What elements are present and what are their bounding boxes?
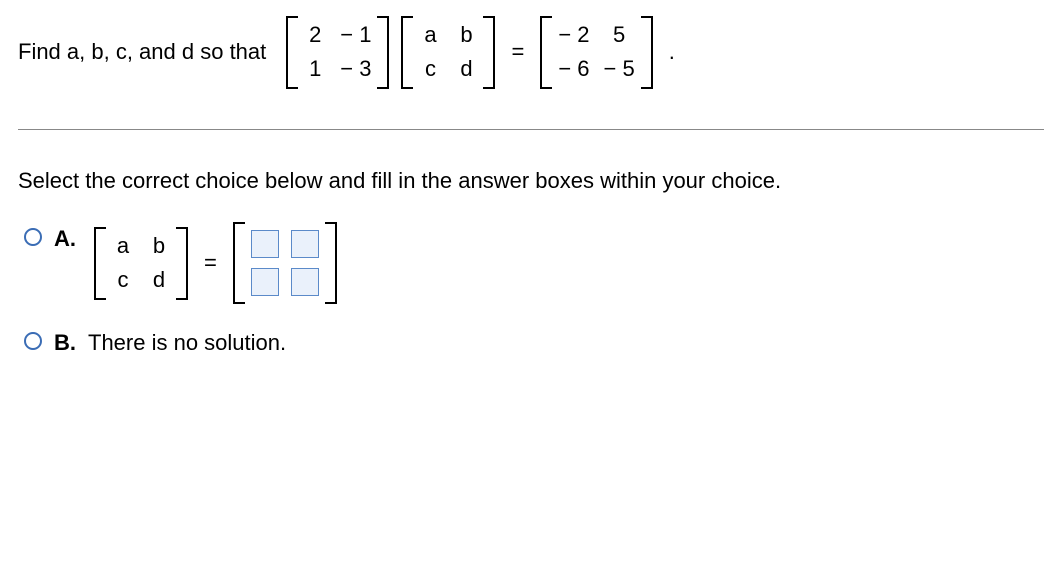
- m3-r2c2: − 5: [604, 56, 635, 82]
- choice-a-equals: =: [204, 250, 217, 276]
- matrix-1: 2 − 1 1 − 3: [286, 16, 389, 89]
- ca-m-r1c2: b: [148, 233, 170, 259]
- m2-r2c1: c: [419, 56, 441, 82]
- question-lead: Find a, b, c, and d so that: [18, 39, 266, 65]
- choice-a-answer-matrix: [233, 222, 337, 304]
- choice-a-left-matrix: a b c d: [94, 227, 188, 300]
- choice-b-text: There is no solution.: [88, 330, 286, 356]
- m1-r1c2: − 1: [340, 22, 371, 48]
- answer-input-r2c1[interactable]: [251, 268, 279, 296]
- choice-b-label: B.: [54, 330, 78, 356]
- question-row: Find a, b, c, and d so that 2 − 1 1 − 3 …: [18, 16, 1044, 89]
- answer-input-r1c1[interactable]: [251, 230, 279, 258]
- m3-r1c2: 5: [608, 22, 630, 48]
- radio-a[interactable]: [24, 228, 42, 246]
- m3-r2c1: − 6: [558, 56, 589, 82]
- m1-r2c1: 1: [304, 56, 326, 82]
- m1-r2c2: − 3: [340, 56, 371, 82]
- m2-r2c2: d: [455, 56, 477, 82]
- matrix-3: − 2 5 − 6 − 5: [540, 16, 652, 89]
- m1-r1c1: 2: [304, 22, 326, 48]
- answer-input-r2c2[interactable]: [291, 268, 319, 296]
- radio-b[interactable]: [24, 332, 42, 350]
- choices: A. a b c d =: [18, 222, 1044, 356]
- instruction-text: Select the correct choice below and fill…: [18, 168, 1044, 194]
- ca-m-r2c2: d: [148, 267, 170, 293]
- choice-a-body: a b c d =: [88, 222, 343, 304]
- period: .: [669, 39, 675, 65]
- choice-a-label: A.: [54, 226, 78, 252]
- matrix-2: a b c d: [401, 16, 495, 89]
- ca-m-r2c1: c: [112, 267, 134, 293]
- m2-r1c1: a: [419, 22, 441, 48]
- separator: [18, 129, 1044, 130]
- choice-b: B. There is no solution.: [24, 326, 1044, 356]
- m2-r1c2: b: [455, 22, 477, 48]
- answer-input-r1c2[interactable]: [291, 230, 319, 258]
- m3-r1c1: − 2: [558, 22, 589, 48]
- choice-a: A. a b c d =: [24, 222, 1044, 304]
- ca-m-r1c1: a: [112, 233, 134, 259]
- equals-sign: =: [511, 39, 524, 65]
